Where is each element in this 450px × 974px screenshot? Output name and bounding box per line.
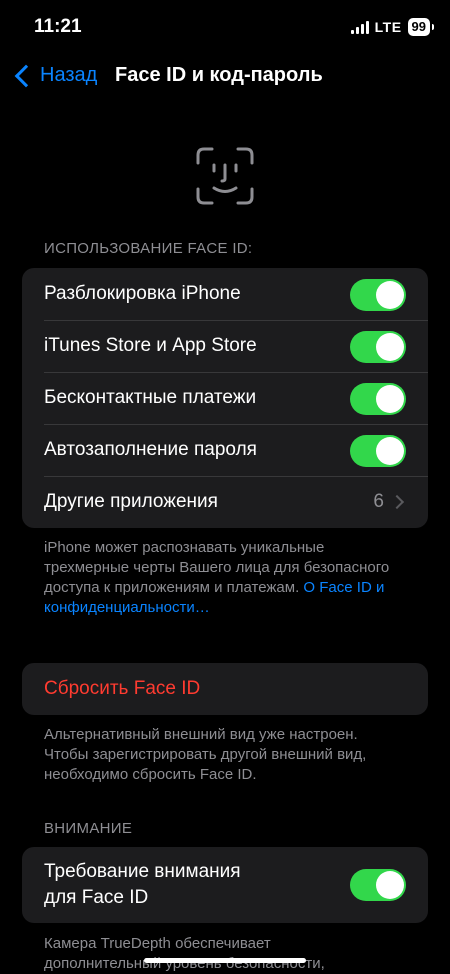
status-time: 11:21 <box>34 16 82 37</box>
reset-face-id-button[interactable]: Сбросить Face ID <box>22 663 428 715</box>
back-button-label: Назад <box>40 64 98 86</box>
navigation-bar: Назад Face ID и код-пароль <box>0 52 450 100</box>
reset-face-id-footer: Альтернативный внешний вид уже настроен.… <box>44 726 367 783</box>
chevron-right-icon <box>389 494 405 510</box>
setting-row-contactless-payments[interactable]: Бесконтактные платежи <box>22 372 428 424</box>
status-indicators: LTE 99 <box>350 18 435 36</box>
toggle-knob <box>376 281 404 309</box>
reset-face-id-group: Сбросить Face ID <box>22 663 428 715</box>
toggle-knob <box>376 437 404 465</box>
setting-label: Бесконтактные платежи <box>44 387 257 408</box>
face-id-usage-group: Разблокировка iPhone iTunes Store и App … <box>22 268 428 528</box>
contactless-payments-toggle[interactable] <box>350 383 406 415</box>
setting-row-other-apps[interactable]: Другие приложения 6 <box>22 476 428 528</box>
password-autofill-toggle[interactable] <box>350 435 406 467</box>
status-bar: 11:21 LTE 99 <box>0 0 450 52</box>
face-id-icon <box>196 147 254 205</box>
setting-label-line2: для Face ID <box>44 887 149 908</box>
section-header-face-id-usage: ИСПОЛЬЗОВАНИЕ FACE ID: <box>44 240 253 257</box>
page-title: Face ID и код-пароль <box>115 64 323 86</box>
section-header-attention: ВНИМАНИЕ <box>44 820 133 837</box>
toggle-knob <box>376 333 404 361</box>
attention-group: Требование внимания для Face ID <box>22 847 428 923</box>
attention-footer-line1: Камера TrueDepth обеспечивает <box>44 935 271 952</box>
back-button[interactable]: Назад <box>12 64 97 87</box>
require-attention-toggle[interactable] <box>350 869 406 901</box>
setting-row-require-attention[interactable]: Требование внимания для Face ID <box>22 847 428 923</box>
setting-label: Требование внимания для Face ID <box>44 859 241 911</box>
attention-footer: Камера TrueDepth обеспечивает дополнител… <box>44 934 404 974</box>
other-apps-count: 6 <box>373 491 384 512</box>
setting-label: iTunes Store и App Store <box>44 335 257 356</box>
setting-row-password-autofill[interactable]: Автозаполнение пароля <box>22 424 428 476</box>
unlock-iphone-toggle[interactable] <box>350 279 406 311</box>
network-type: LTE <box>374 19 402 35</box>
battery-icon: 99 <box>407 18 435 36</box>
setting-label-line1: Требование внимания <box>44 861 241 882</box>
setting-label: Разблокировка iPhone <box>44 283 241 304</box>
setting-row-itunes-app-store[interactable]: iTunes Store и App Store <box>22 320 428 372</box>
chevron-left-icon <box>14 64 38 87</box>
home-indicator[interactable] <box>144 958 306 963</box>
face-id-usage-footer: iPhone может распознавать уникальные тре… <box>44 538 404 618</box>
setting-label: Другие приложения <box>44 491 218 512</box>
setting-label: Автозаполнение пароля <box>44 439 257 460</box>
itunes-app-store-toggle[interactable] <box>350 331 406 363</box>
toggle-knob <box>376 871 404 899</box>
setting-row-unlock-iphone[interactable]: Разблокировка iPhone <box>22 268 428 320</box>
cellular-signal-icon <box>350 20 369 34</box>
toggle-knob <box>376 385 404 413</box>
reset-face-id-label: Сбросить Face ID <box>44 678 201 699</box>
